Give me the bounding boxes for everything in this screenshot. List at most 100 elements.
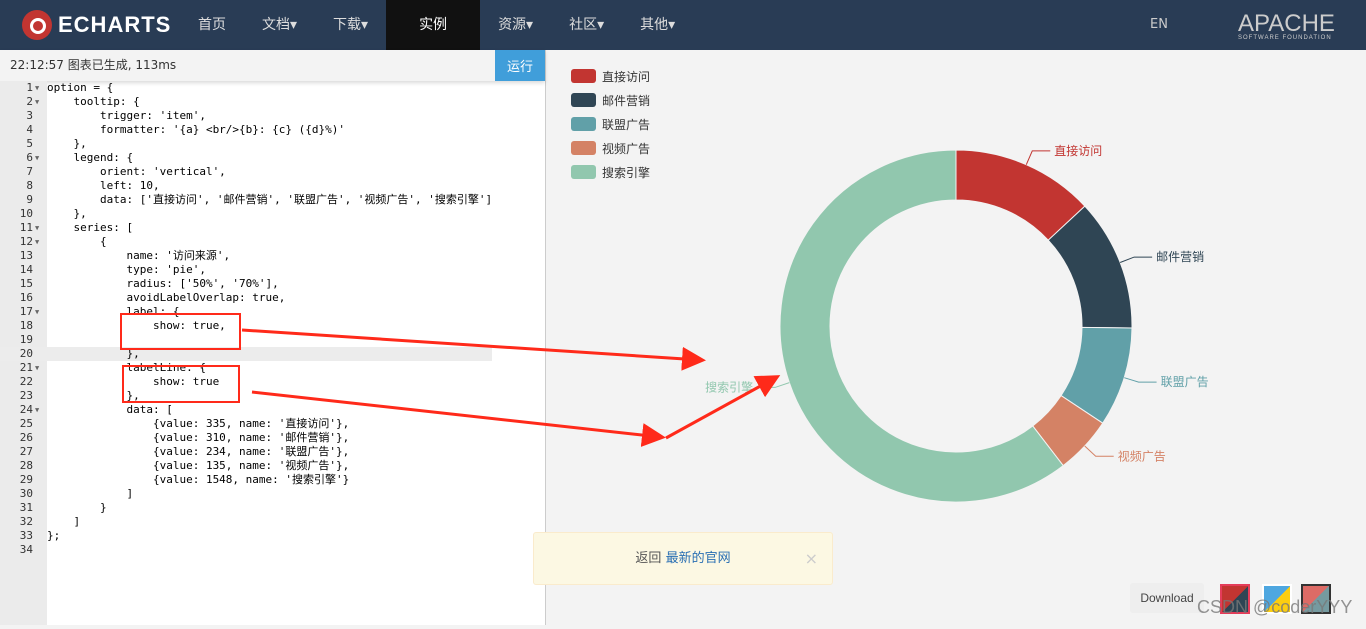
legend-item[interactable]: 直接访问 — [571, 64, 650, 88]
legend-label: 联盟广告 — [602, 117, 651, 132]
nav-item[interactable]: 社区▾ — [551, 0, 622, 50]
line-number: 11 — [19, 221, 33, 234]
legend-item[interactable]: 视频广告 — [571, 136, 650, 160]
nav-item[interactable]: 实例 — [386, 0, 481, 50]
line-number: 32 — [19, 515, 33, 528]
code-line: 10 }, — [0, 207, 492, 221]
fold-toggle-icon[interactable] — [35, 487, 47, 501]
fold-toggle-icon[interactable] — [35, 459, 47, 473]
line-number: 33 — [19, 529, 33, 542]
code-text: type: 'pie', — [47, 263, 206, 276]
fold-toggle-icon[interactable] — [35, 347, 47, 361]
echarts-logo[interactable]: ECHARTS — [22, 10, 171, 40]
fold-toggle-icon[interactable]: ▼ — [35, 221, 47, 235]
fold-toggle-icon[interactable] — [35, 501, 47, 515]
fold-toggle-icon[interactable] — [35, 249, 47, 263]
line-number: 18 — [19, 319, 33, 332]
line-number: 21 — [19, 361, 33, 374]
fold-toggle-icon[interactable] — [35, 445, 47, 459]
slice-label: 联盟广告 — [1161, 375, 1209, 389]
line-number: 23 — [19, 389, 33, 402]
legend-item[interactable]: 搜索引擎 — [571, 160, 650, 184]
line-number: 30 — [19, 487, 33, 500]
legend-swatch — [571, 165, 596, 179]
code-line: 7 orient: 'vertical', — [0, 165, 492, 179]
run-button[interactable]: 运行 — [495, 50, 545, 81]
nav-item[interactable]: 首页 — [180, 0, 244, 50]
label-line — [1025, 150, 1051, 165]
line-number: 34 — [19, 543, 33, 556]
line-number: 1 — [26, 81, 33, 94]
legend-item[interactable]: 联盟广告 — [571, 112, 650, 136]
fold-toggle-icon[interactable] — [35, 473, 47, 487]
top-nav: ECHARTS 首页 文档▾ 下载▾ 实例 资源▾ 社区▾ 其他▾ EN APACHE SOF… — [0, 0, 1366, 50]
code-line: 19 — [0, 333, 492, 347]
fold-toggle-icon[interactable]: ▼ — [35, 81, 47, 95]
code-text: radius: ['50%', '70%'], — [47, 277, 279, 290]
code-editor[interactable]: 1 ▼ option = {2 ▼ tooltip: {3 trigger: 'ite… — [0, 81, 493, 557]
fold-toggle-icon[interactable] — [35, 389, 47, 403]
apache-logo[interactable]: APACHE SOFTWARE FOUNDATION — [1238, 10, 1335, 41]
fold-toggle-icon[interactable] — [35, 417, 47, 431]
fold-toggle-icon[interactable]: ▼ — [35, 403, 47, 417]
language-switch[interactable]: EN — [1150, 17, 1168, 32]
line-number: 24 — [19, 403, 33, 416]
code-line: 30 ] — [0, 487, 492, 501]
line-number: 6 — [26, 151, 33, 164]
code-line: 24 ▼ data: [ — [0, 403, 492, 417]
code-text: labelLine: { — [47, 361, 206, 374]
code-text: } — [47, 501, 107, 514]
code-line: 31 } — [0, 501, 492, 515]
logo-icon — [22, 10, 52, 40]
line-number: 22 — [19, 375, 33, 388]
fold-toggle-icon[interactable] — [35, 431, 47, 445]
nav-item[interactable]: 下载▾ — [315, 0, 386, 50]
code-text: show: true — [47, 375, 220, 388]
fold-toggle-icon[interactable] — [35, 333, 47, 347]
fold-toggle-icon[interactable] — [35, 109, 47, 123]
slice-label: 视频广告 — [1118, 448, 1166, 463]
nav-item[interactable]: 文档▾ — [244, 0, 315, 50]
legend-item[interactable]: 邮件营销 — [571, 88, 650, 112]
code-text: trigger: 'item', — [47, 109, 206, 122]
code-line: 32 ] — [0, 515, 492, 529]
watermark: CSDN @coderYYY — [1197, 597, 1353, 617]
fold-toggle-icon[interactable] — [35, 291, 47, 305]
fold-toggle-icon[interactable] — [35, 543, 47, 557]
code-text: {value: 1548, name: '搜索引擎'} — [47, 473, 350, 486]
code-line: 33}; — [0, 529, 492, 543]
code-line: 12 ▼ { — [0, 235, 492, 249]
fold-toggle-icon[interactable] — [35, 515, 47, 529]
fold-toggle-icon[interactable] — [35, 193, 47, 207]
fold-toggle-icon[interactable] — [35, 137, 47, 151]
fold-toggle-icon[interactable] — [35, 319, 47, 333]
fold-toggle-icon[interactable] — [35, 375, 47, 389]
slice-label: 邮件营销 — [1156, 250, 1204, 264]
fold-toggle-icon[interactable]: ▼ — [35, 361, 47, 375]
fold-toggle-icon[interactable]: ▼ — [35, 235, 47, 249]
line-number: 15 — [19, 277, 33, 290]
download-button[interactable]: Download — [1130, 583, 1204, 613]
fold-toggle-icon[interactable] — [35, 123, 47, 137]
line-number: 26 — [19, 431, 33, 444]
code-text: ] — [47, 515, 81, 528]
official-site-link[interactable]: 最新的官网 — [666, 551, 731, 566]
nav-item[interactable]: 资源▾ — [480, 0, 551, 50]
line-number: 16 — [19, 291, 33, 304]
fold-toggle-icon[interactable]: ▼ — [35, 151, 47, 165]
fold-toggle-icon[interactable] — [35, 277, 47, 291]
code-text: tooltip: { — [47, 95, 140, 108]
line-number: 9 — [26, 193, 33, 206]
fold-toggle-icon[interactable] — [35, 529, 47, 543]
fold-toggle-icon[interactable] — [35, 165, 47, 179]
nav-item[interactable]: 其他▾ — [622, 0, 693, 50]
fold-toggle-icon[interactable]: ▼ — [35, 95, 47, 109]
code-text: name: '访问来源', — [47, 249, 231, 262]
fold-toggle-icon[interactable] — [35, 207, 47, 221]
fold-toggle-icon[interactable] — [35, 263, 47, 277]
line-number: 31 — [19, 501, 33, 514]
code-text: {value: 310, name: '邮件营销'}, — [47, 431, 350, 444]
fold-toggle-icon[interactable]: ▼ — [35, 305, 47, 319]
fold-toggle-icon[interactable] — [35, 179, 47, 193]
close-icon[interactable]: × — [805, 533, 818, 584]
